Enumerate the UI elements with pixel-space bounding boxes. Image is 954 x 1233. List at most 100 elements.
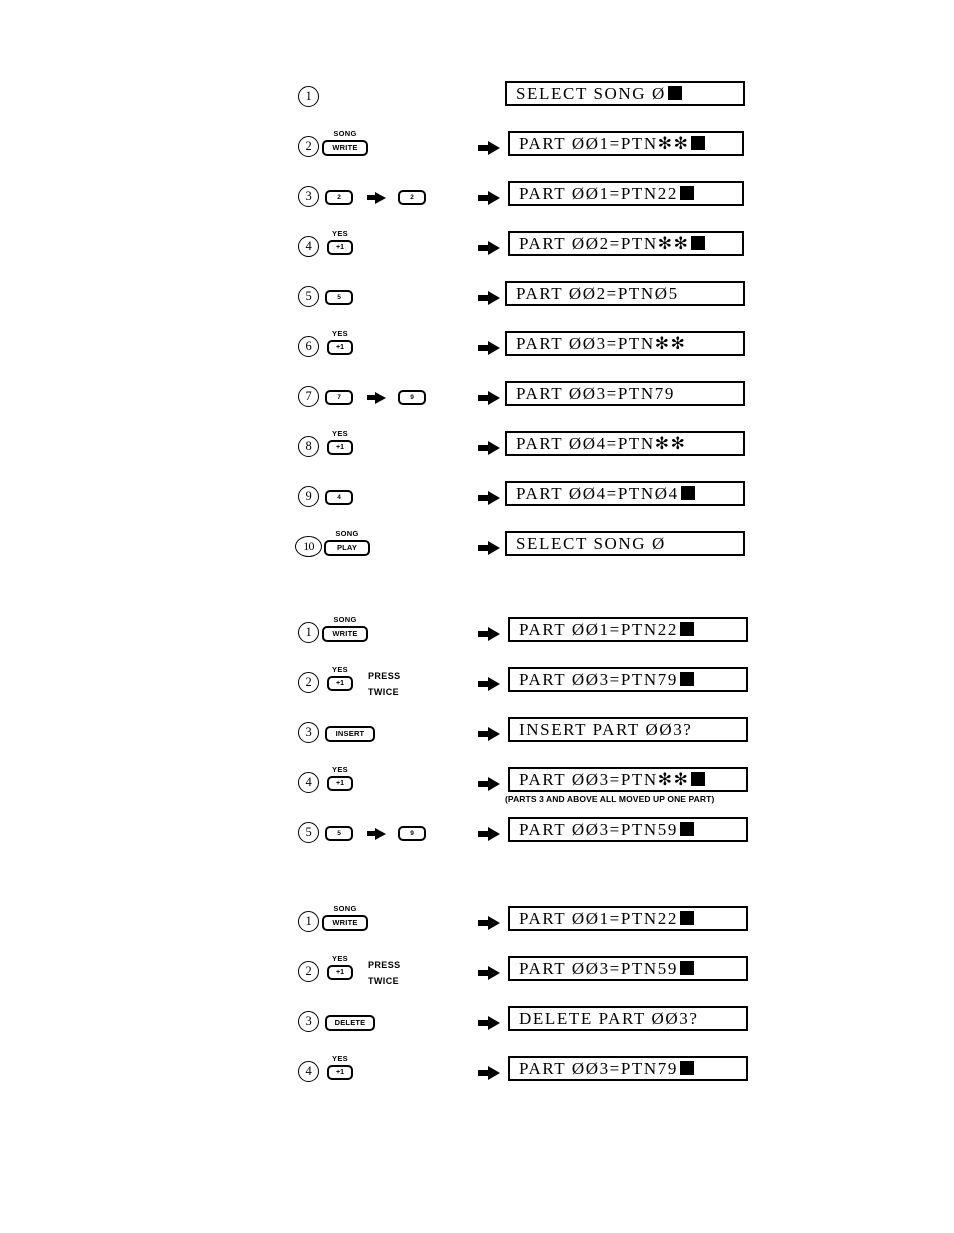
lcd-display: SELECT SONG Ø [505,81,745,106]
key-superlabel: YES [332,665,348,674]
lcd-display: PART ØØ3=PTN59 [508,817,748,842]
step-number-10: 10 [295,536,322,557]
step-number-7: 7 [298,386,319,407]
procedure-step-row: 1 SONG WRITE PART ØØ1=PTN22 [0,615,954,650]
arrow-head [488,777,500,791]
lcd-display: PART ØØ2=PTNØ5 [505,281,745,306]
procedure-step-row: 4 YES +1 PART ØØ3=PTN✻✻ (PARTS 3 AND ABOVE A… [0,765,954,804]
button-5[interactable]: 5 [325,290,353,305]
lcd-cursor-block-icon [679,1061,694,1075]
procedure-step-row: 8 YES +1 PART ØØ4=PTN✻✻ [0,429,954,464]
procedure-step-row: 5 5 9 PART ØØ3=PTN59 [0,816,954,850]
arrow-head [375,192,386,204]
step-number-9: 9 [298,486,319,507]
procedure-step-row: 1 SELECT SONG Ø [0,80,954,114]
procedure-step-row: 5 5 PART ØØ2=PTNØ5 [0,280,954,314]
arrow-head [488,916,500,930]
button-2[interactable]: 2 [325,190,353,205]
arrow-head [488,191,500,205]
result-arrow-icon [478,441,500,455]
procedure-step-row: 3 2 2 PART ØØ1=PTN22 [0,180,954,214]
button-4[interactable]: 4 [325,490,353,505]
step-number-3: 3 [298,186,319,207]
manual-page: 1 SELECT SONG Ø 2 SONG WRITE PART ØØ1=PTN✻✻ 3 2… [0,0,954,1233]
procedure-step-row: 6 YES +1 PART ØØ3=PTN✻✻ [0,329,954,364]
button-1[interactable]: +1 [327,776,353,791]
procedure-step-row: 2 SONG WRITE PART ØØ1=PTN✻✻ [0,129,954,164]
procedure-step-row: 2 YES +1 PRESS TWICE PART ØØ3=PTN79 [0,665,954,700]
procedure-step-row: 3 DELETE DELETE PART ØØ3? [0,1005,954,1039]
arrow-head [488,341,500,355]
arrow-head [488,1016,500,1030]
lcd-text: PART ØØ4=PTNØ4 [516,484,679,503]
arrow-head [488,241,500,255]
button-write[interactable]: WRITE [322,626,368,642]
key-superlabel: YES [332,229,348,238]
procedure-step-row: 4 YES +1 PART ØØ3=PTN79 [0,1054,954,1089]
lcd-display: PART ØØ2=PTN✻✻ [508,231,744,256]
lcd-cursor-block-icon [679,186,694,200]
button-9[interactable]: 9 [398,826,426,841]
button-write[interactable]: WRITE [322,140,368,156]
step-number-8: 8 [298,436,319,457]
song-write-procedure: 1 SELECT SONG Ø 2 SONG WRITE PART ØØ1=PTN✻✻ 3 2… [0,80,954,580]
arrow-head [488,966,500,980]
button-insert[interactable]: INSERT [325,726,375,742]
result-arrow-icon [478,541,500,555]
lcd-cursor-block-icon [679,911,694,925]
arrow-head [488,677,500,691]
button-play[interactable]: PLAY [324,540,370,556]
result-arrow-icon [478,191,500,205]
lcd-cursor-block-icon [691,236,706,250]
button-1[interactable]: +1 [327,965,353,980]
button-2[interactable]: 2 [398,190,426,205]
step-number-3: 3 [298,1011,319,1032]
button-write[interactable]: WRITE [322,915,368,931]
key-superlabel: YES [332,429,348,438]
lcd-cursor-block-icon [667,86,682,100]
step-number-1: 1 [298,911,319,932]
lcd-text: PART ØØ3=PTN79 [519,1059,678,1078]
lcd-text: PART ØØ4=PTN✻✻ [516,434,687,453]
button-1[interactable]: +1 [327,240,353,255]
step-number-4: 4 [298,1061,319,1082]
key-flow-arrow-icon [367,192,386,206]
lcd-display: PART ØØ1=PTN22 [508,617,748,642]
step-number-3: 3 [298,722,319,743]
step-number-5: 5 [298,822,319,843]
key-superlabel: YES [332,765,348,774]
step-number-1: 1 [298,622,319,643]
parts-moved-note: (PARTS 3 AND ABOVE ALL MOVED UP ONE PART… [505,794,715,804]
button-1[interactable]: +1 [327,340,353,355]
result-arrow-icon [478,141,500,155]
procedure-step-row: 10 SONG PLAY SELECT SONG Ø [0,529,954,564]
result-arrow-icon [478,827,500,841]
button-delete[interactable]: DELETE [325,1015,375,1031]
lcd-display: PART ØØ4=PTNØ4 [505,481,745,506]
lcd-display: PART ØØ1=PTN22 [508,906,748,931]
result-arrow-icon [478,727,500,741]
lcd-text: INSERT PART ØØ3? [519,720,693,739]
lcd-text: PART ØØ3=PTN59 [519,820,678,839]
button-1[interactable]: +1 [327,676,353,691]
step-number-2: 2 [298,136,319,157]
lcd-text: PART ØØ1=PTN22 [519,620,678,639]
lcd-cursor-block-icon [680,486,695,500]
key-superlabel: YES [332,1054,348,1063]
result-arrow-icon [478,341,500,355]
lcd-display: PART ØØ3=PTN79 [508,1056,748,1081]
button-1[interactable]: +1 [327,1065,353,1080]
result-arrow-icon [478,677,500,691]
button-7[interactable]: 7 [325,390,353,405]
arrow-head [488,441,500,455]
button-1[interactable]: +1 [327,440,353,455]
lcd-cursor-block-icon [691,136,706,150]
procedure-step-row: 2 YES +1 PRESS TWICE PART ØØ3=PTN59 [0,954,954,989]
button-5[interactable]: 5 [325,826,353,841]
button-9[interactable]: 9 [398,390,426,405]
lcd-display: PART ØØ1=PTN✻✻ [508,131,744,156]
key-flow-arrow-icon [367,392,386,406]
step-number-2: 2 [298,672,319,693]
key-superlabel: YES [332,954,348,963]
procedure-step-row: 3 INSERT INSERT PART ØØ3? [0,716,954,750]
